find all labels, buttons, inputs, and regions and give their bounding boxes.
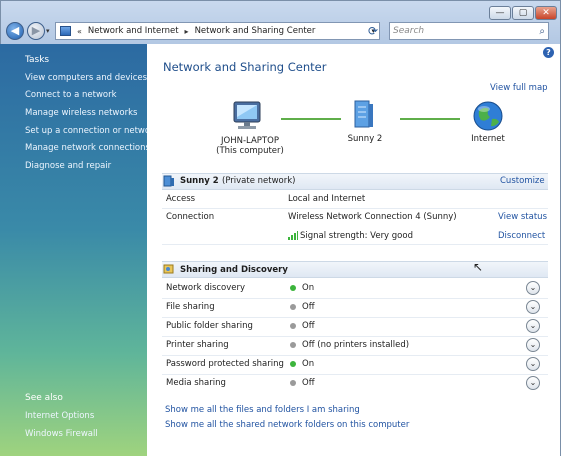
breadcrumb-separator-icon[interactable]: ▸ bbox=[185, 27, 189, 36]
computer-subtitle: (This computer) bbox=[216, 146, 284, 156]
expand-public-folder-sharing-button[interactable]: ⌄ bbox=[526, 319, 540, 333]
connection-line-network-internet bbox=[400, 118, 460, 120]
public-folder-sharing-status: Off bbox=[290, 321, 315, 331]
network-discovery-status: On bbox=[290, 283, 314, 293]
address-overflow-icon[interactable]: « bbox=[77, 27, 82, 36]
refresh-icon[interactable]: ⟳ bbox=[363, 22, 383, 40]
sidebar-item-manage-wireless[interactable]: Manage wireless networks bbox=[25, 108, 137, 118]
row-divider bbox=[162, 298, 548, 299]
sidebar-item-connect-network[interactable]: Connect to a network bbox=[25, 90, 117, 100]
sidebar-tasks-heading: Tasks bbox=[25, 55, 50, 65]
status-dot-icon bbox=[290, 379, 296, 386]
file-sharing-status: Off bbox=[290, 302, 315, 312]
back-arrow-icon: ◀ bbox=[10, 24, 20, 37]
globe-icon[interactable] bbox=[472, 100, 504, 132]
customize-link[interactable]: Customize bbox=[500, 176, 545, 186]
access-value: Local and Internet bbox=[288, 194, 366, 204]
status-dot-icon bbox=[290, 360, 296, 367]
sidebar-item-windows-firewall[interactable]: Windows Firewall bbox=[25, 429, 98, 439]
mouse-cursor-icon: ↖ bbox=[473, 260, 484, 274]
media-sharing-status: Off bbox=[290, 378, 315, 388]
expand-media-sharing-button[interactable]: ⌄ bbox=[526, 376, 540, 390]
status-dot-icon bbox=[290, 284, 296, 291]
computer-icon[interactable] bbox=[231, 100, 267, 132]
expand-file-sharing-button[interactable]: ⌄ bbox=[526, 300, 540, 314]
sidebar-item-view-computers[interactable]: View computers and devices bbox=[25, 73, 147, 83]
minimize-button[interactable]: — bbox=[489, 6, 511, 20]
network-name: Sunny 2 bbox=[347, 134, 383, 144]
sharing-icon bbox=[163, 263, 175, 275]
network-name-heading: Sunny 2 bbox=[180, 176, 219, 186]
access-label: Access bbox=[166, 194, 196, 204]
printer-sharing-label: Printer sharing bbox=[166, 340, 229, 350]
password-protected-sharing-label: Password protected sharing bbox=[166, 359, 284, 369]
expand-network-discovery-button[interactable]: ⌄ bbox=[526, 281, 540, 295]
sidebar-see-also-heading: See also bbox=[25, 393, 63, 403]
connection-value: Wireless Network Connection 4 (Sunny) bbox=[288, 212, 457, 222]
search-icon[interactable]: ⌕ bbox=[539, 26, 545, 37]
expand-password-protected-sharing-button[interactable]: ⌄ bbox=[526, 357, 540, 371]
signal-strength: Signal strength: Very good bbox=[300, 231, 413, 241]
row-divider bbox=[162, 208, 548, 209]
maximize-button[interactable]: ▢ bbox=[512, 6, 534, 20]
breadcrumb-network-and-internet[interactable]: Network and Internet bbox=[88, 26, 179, 36]
internet-label: Internet bbox=[471, 134, 505, 144]
status-dot-icon bbox=[290, 303, 296, 310]
sidebar: Tasks View computers and devices Connect… bbox=[0, 44, 159, 456]
disconnect-link[interactable]: Disconnect bbox=[498, 231, 545, 241]
address-bar[interactable]: « Network and Internet ▸ Network and Sha… bbox=[55, 22, 380, 40]
connection-line-computer-network bbox=[281, 118, 341, 120]
computer-name: JOHN-LAPTOP bbox=[221, 136, 279, 146]
view-status-link[interactable]: View status bbox=[498, 212, 547, 222]
search-input[interactable]: Search bbox=[393, 26, 424, 36]
connection-label: Connection bbox=[166, 212, 215, 222]
public-folder-sharing-label: Public folder sharing bbox=[166, 321, 253, 331]
password-protected-sharing-status: On bbox=[290, 359, 314, 369]
media-sharing-label: Media sharing bbox=[166, 378, 226, 388]
file-sharing-label: File sharing bbox=[166, 302, 215, 312]
sidebar-item-diagnose-repair[interactable]: Diagnose and repair bbox=[25, 161, 111, 171]
forward-button[interactable]: ▶ bbox=[27, 22, 45, 40]
status-dot-icon bbox=[290, 341, 296, 348]
breadcrumb-network-and-sharing-center[interactable]: Network and Sharing Center bbox=[195, 26, 316, 36]
row-divider bbox=[162, 374, 548, 375]
help-icon[interactable]: ? bbox=[543, 47, 554, 58]
close-button[interactable]: ✕ bbox=[535, 6, 557, 20]
status-dot-icon bbox=[290, 322, 296, 329]
view-full-map-link[interactable]: View full map bbox=[490, 83, 548, 93]
expand-printer-sharing-button[interactable]: ⌄ bbox=[526, 338, 540, 352]
show-shared-files-link[interactable]: Show me all the files and folders I am s… bbox=[165, 405, 360, 415]
row-divider bbox=[162, 336, 548, 337]
recent-pages-dropdown[interactable]: ▾ bbox=[46, 27, 50, 35]
network-icon[interactable] bbox=[352, 99, 376, 131]
network-bench-icon bbox=[163, 175, 175, 187]
search-box[interactable]: Search ⌕ bbox=[389, 22, 549, 40]
sidebar-item-manage-connections[interactable]: Manage network connections bbox=[25, 143, 150, 153]
show-shared-folders-link[interactable]: Show me all the shared network folders o… bbox=[165, 420, 409, 430]
page-title: Network and Sharing Center bbox=[163, 60, 327, 74]
back-button[interactable]: ◀ bbox=[6, 22, 24, 40]
network-discovery-label: Network discovery bbox=[166, 283, 246, 293]
printer-sharing-status: Off (no printers installed) bbox=[290, 340, 409, 350]
forward-arrow-icon: ▶ bbox=[31, 24, 41, 37]
row-divider bbox=[162, 244, 548, 245]
network-section-header bbox=[162, 173, 548, 190]
network-folder-icon bbox=[60, 26, 71, 36]
network-type: (Private network) bbox=[222, 176, 296, 186]
sidebar-item-internet-options[interactable]: Internet Options bbox=[25, 411, 94, 421]
row-divider bbox=[162, 355, 548, 356]
row-divider bbox=[162, 317, 548, 318]
sharing-title: Sharing and Discovery bbox=[180, 265, 288, 275]
signal-bars-icon bbox=[288, 230, 298, 240]
sidebar-item-setup-connection[interactable]: Set up a connection or network bbox=[25, 126, 159, 136]
